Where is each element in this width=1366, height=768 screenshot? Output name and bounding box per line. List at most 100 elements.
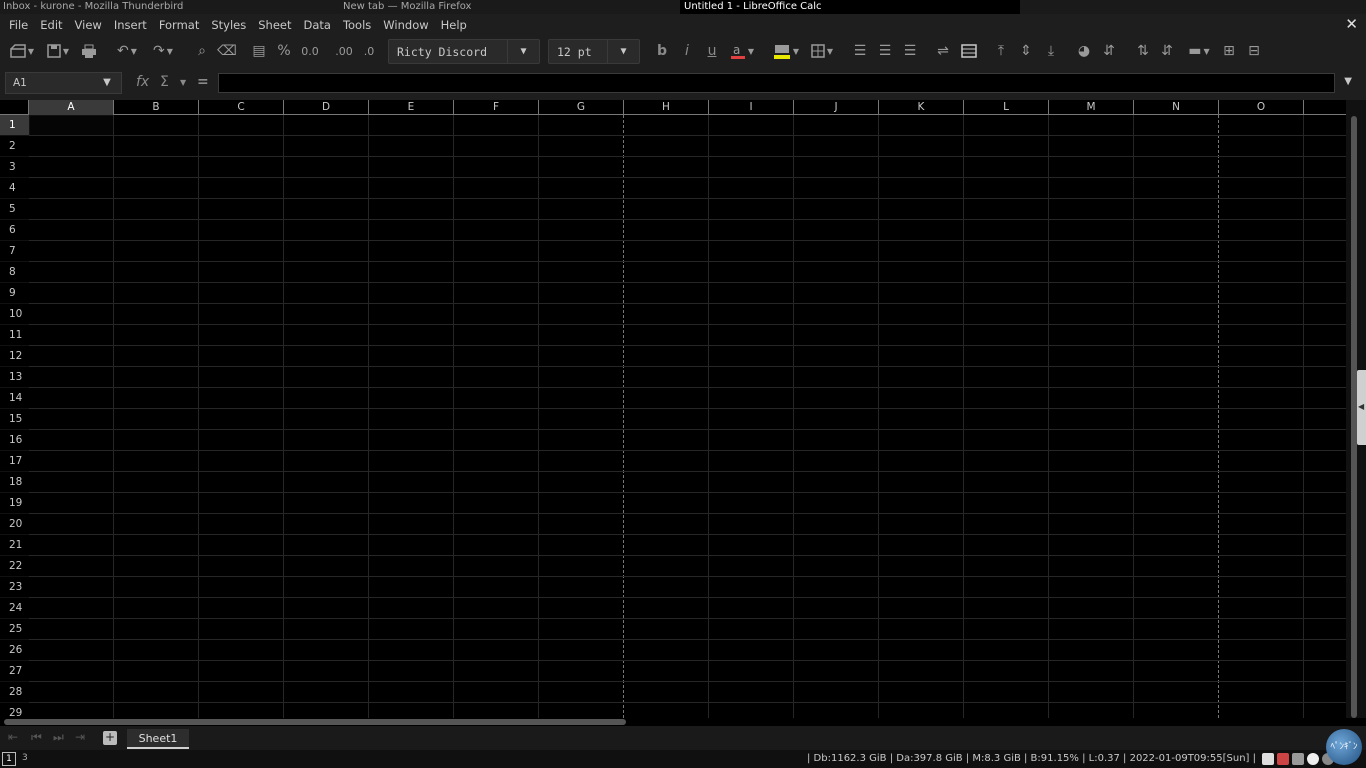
calc-window-title[interactable]: Untitled 1 - LibreOffice Calc <box>680 0 1020 14</box>
close-icon[interactable]: ✕ <box>1345 15 1358 33</box>
row-header[interactable]: 18 <box>0 472 29 493</box>
menu-file[interactable]: File <box>3 18 34 32</box>
column-header-m[interactable]: M <box>1049 100 1134 115</box>
menu-edit[interactable]: Edit <box>34 18 68 32</box>
row-header[interactable]: 19 <box>0 493 29 514</box>
column-header-l[interactable]: L <box>964 100 1049 115</box>
clear-icon[interactable]: ⌫ <box>217 41 237 61</box>
row-header[interactable]: 7 <box>0 241 29 262</box>
prev-sheet-icon[interactable]: ⏮ <box>31 730 42 745</box>
row-header[interactable]: 24 <box>0 598 29 619</box>
find-icon[interactable]: ⌕ <box>193 41 211 61</box>
bold-icon[interactable]: b <box>653 41 671 61</box>
column-header-g[interactable]: G <box>539 100 624 115</box>
menu-window[interactable]: Window <box>377 18 434 32</box>
save-icon[interactable]: ▼ <box>42 41 74 61</box>
align-bottom-icon[interactable]: ⤓ <box>1042 41 1060 61</box>
thunderbird-window-title[interactable]: Inbox - kurone - Mozilla Thunderbird <box>3 1 183 12</box>
firefox-window-title[interactable]: New tab — Mozilla Firefox <box>343 1 471 12</box>
menu-data[interactable]: Data <box>297 18 336 32</box>
first-sheet-icon[interactable]: ⇤ <box>8 730 18 744</box>
workspace-other[interactable]: 3 <box>22 753 28 763</box>
name-box[interactable]: A1 ▼ <box>5 72 122 94</box>
font-name-combo[interactable]: Ricty Discord ▼ <box>388 39 540 64</box>
row-header[interactable]: 10 <box>0 304 29 325</box>
column-header-j[interactable]: J <box>794 100 879 115</box>
tray-document-icon[interactable] <box>1262 753 1274 765</box>
row-header[interactable]: 4 <box>0 178 29 199</box>
menu-styles[interactable]: Styles <box>205 18 252 32</box>
last-sheet-icon[interactable]: ⇥ <box>75 730 85 744</box>
expand-formula-icon[interactable]: ▼ <box>1344 76 1352 87</box>
sort-desc-icon[interactable]: ⇵ <box>1158 41 1176 61</box>
row-header[interactable]: 8 <box>0 262 29 283</box>
menu-view[interactable]: View <box>69 18 108 32</box>
menu-insert[interactable]: Insert <box>108 18 153 32</box>
column-header-e[interactable]: E <box>369 100 454 115</box>
column-header-a[interactable]: A <box>29 100 114 115</box>
add-decimal-icon[interactable]: .00 <box>333 41 355 61</box>
menu-sheet[interactable]: Sheet <box>252 18 297 32</box>
column-header-h[interactable]: H <box>624 100 709 115</box>
column-header-i[interactable]: I <box>709 100 794 115</box>
delete-row-icon[interactable]: ⊟ <box>1245 41 1263 61</box>
highlight-icon[interactable]: ▼ <box>769 41 803 61</box>
delete-decimal-icon[interactable]: .0 <box>358 41 380 61</box>
menu-help[interactable]: Help <box>435 18 473 32</box>
align-center-icon[interactable]: ☰ <box>876 41 894 61</box>
undo-icon[interactable]: ↶ ▼ <box>110 41 144 61</box>
row-header[interactable]: 1 <box>0 115 29 136</box>
menu-tools[interactable]: Tools <box>337 18 377 32</box>
italic-icon[interactable]: i <box>678 41 696 61</box>
conditional-icon[interactable]: ◕ <box>1075 41 1093 61</box>
number-icon[interactable]: 0.0 <box>299 41 321 61</box>
new-icon[interactable]: ▼ <box>6 41 38 61</box>
column-header-d[interactable]: D <box>284 100 369 115</box>
row-header[interactable]: 25 <box>0 619 29 640</box>
chevron-down-icon[interactable]: ▼ <box>507 40 539 63</box>
chevron-down-icon[interactable]: ▼ <box>93 73 121 93</box>
avatar[interactable]: ﾍﾟﾝｷﾞﾝ <box>1326 729 1362 765</box>
sum-icon[interactable]: Σ <box>160 74 169 90</box>
workspace-indicator[interactable]: 1 <box>2 752 16 766</box>
row-header[interactable]: 22 <box>0 556 29 577</box>
menu-format[interactable]: Format <box>153 18 206 32</box>
row-header[interactable]: 28 <box>0 682 29 703</box>
underline-icon[interactable]: u <box>703 41 721 61</box>
horizontal-scroll-thumb[interactable] <box>4 719 626 725</box>
font-color-icon[interactable]: a ▼ <box>726 41 758 61</box>
print-icon[interactable] <box>80 41 98 61</box>
merge-icon[interactable] <box>959 41 979 61</box>
row-header[interactable]: 14 <box>0 388 29 409</box>
percent-icon[interactable]: % <box>275 41 293 61</box>
tray-network-icon[interactable] <box>1292 753 1304 765</box>
currency-icon[interactable]: ▤ <box>250 41 268 61</box>
row-header[interactable]: 5 <box>0 199 29 220</box>
column-header-k[interactable]: K <box>879 100 964 115</box>
chevron-down-icon[interactable]: ▼ <box>180 78 186 87</box>
row-header[interactable]: 9 <box>0 283 29 304</box>
column-header-o[interactable]: O <box>1219 100 1304 115</box>
chevron-down-icon[interactable]: ▼ <box>607 40 639 63</box>
next-sheet-icon[interactable]: ⏭ <box>53 730 64 745</box>
borders-icon[interactable]: ▼ <box>806 41 838 61</box>
row-header[interactable]: 21 <box>0 535 29 556</box>
active-cell[interactable] <box>29 115 114 136</box>
row-header[interactable]: 12 <box>0 346 29 367</box>
add-sheet-button[interactable]: + <box>103 731 117 745</box>
wrap-icon[interactable]: ⇌ <box>934 41 952 61</box>
formula-equals-icon[interactable]: = <box>197 74 209 90</box>
row-header[interactable]: 16 <box>0 430 29 451</box>
column-header-f[interactable]: F <box>454 100 539 115</box>
row-header[interactable]: 6 <box>0 220 29 241</box>
formula-input[interactable] <box>218 73 1335 93</box>
insert-row-icon[interactable]: ⊞ <box>1220 41 1238 61</box>
row-header[interactable]: 2 <box>0 136 29 157</box>
select-all-corner[interactable] <box>0 100 29 115</box>
row-header[interactable]: 20 <box>0 514 29 535</box>
sort-asc-icon[interactable]: ⇅ <box>1134 41 1152 61</box>
column-header-b[interactable]: B <box>114 100 199 115</box>
column-header-c[interactable]: C <box>199 100 284 115</box>
row-header[interactable]: 29 <box>0 703 29 718</box>
row-header[interactable]: 3 <box>0 157 29 178</box>
